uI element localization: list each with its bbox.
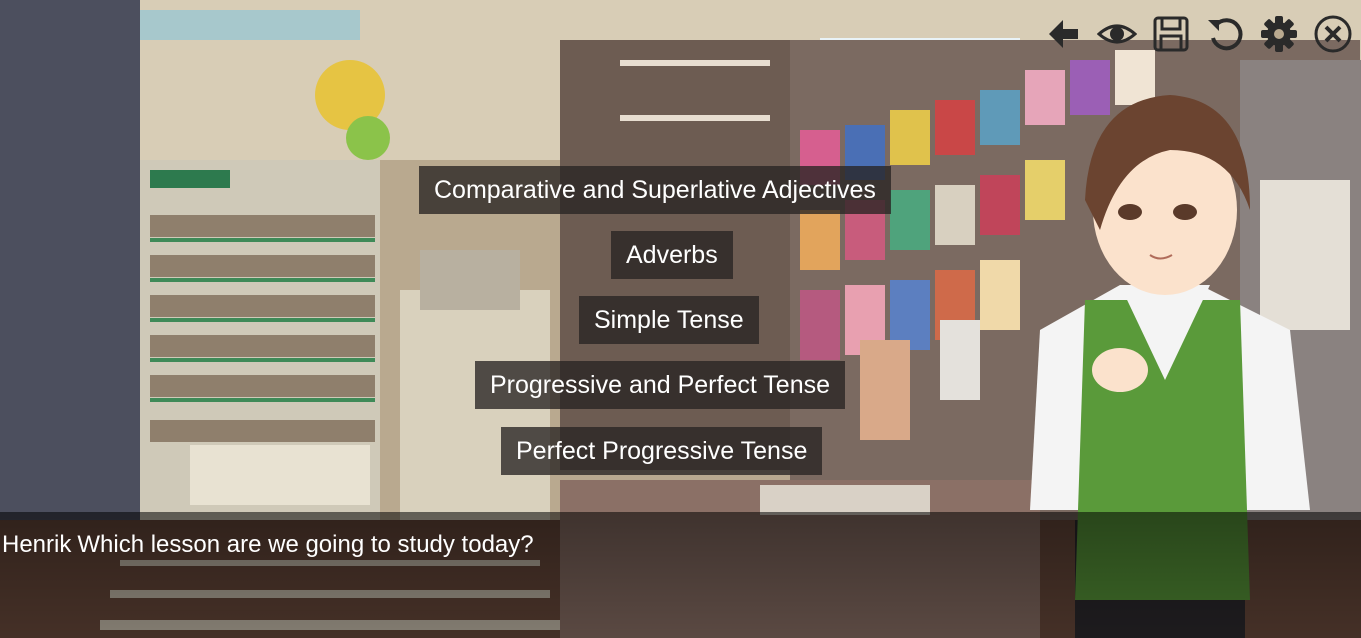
choice-adverbs[interactable]: Adverbs xyxy=(611,231,733,279)
save-icon xyxy=(1153,16,1189,52)
choice-perfect-progressive-tense[interactable]: Perfect Progressive Tense xyxy=(501,427,823,475)
save-button[interactable] xyxy=(1149,12,1193,56)
dialogue-text: Which lesson are we going to study today… xyxy=(77,531,534,558)
undo-button[interactable] xyxy=(1203,12,1247,56)
choice-simple-tense[interactable]: Simple Tense xyxy=(579,296,759,344)
close-button[interactable] xyxy=(1311,12,1355,56)
back-arrow-icon xyxy=(1049,20,1078,48)
settings-button[interactable] xyxy=(1257,12,1301,56)
hide-ui-button[interactable] xyxy=(1095,12,1139,56)
eye-icon xyxy=(1097,24,1137,44)
speaker-name: Henrik xyxy=(2,531,72,558)
choice-progressive-perfect-tense[interactable]: Progressive and Perfect Tense xyxy=(475,361,846,409)
choice-comparative-superlative-adjectives[interactable]: Comparative and Superlative Adjectives xyxy=(419,166,891,214)
dialogue-box[interactable]: Henrik Which lesson are we going to study… xyxy=(0,512,1361,638)
undo-icon xyxy=(1208,18,1243,51)
back-button[interactable] xyxy=(1041,12,1085,56)
close-icon xyxy=(1314,15,1352,53)
game-toolbar xyxy=(1041,10,1361,58)
gear-icon xyxy=(1261,16,1297,52)
dialogue-line: Henrik Which lesson are we going to study… xyxy=(2,531,534,559)
